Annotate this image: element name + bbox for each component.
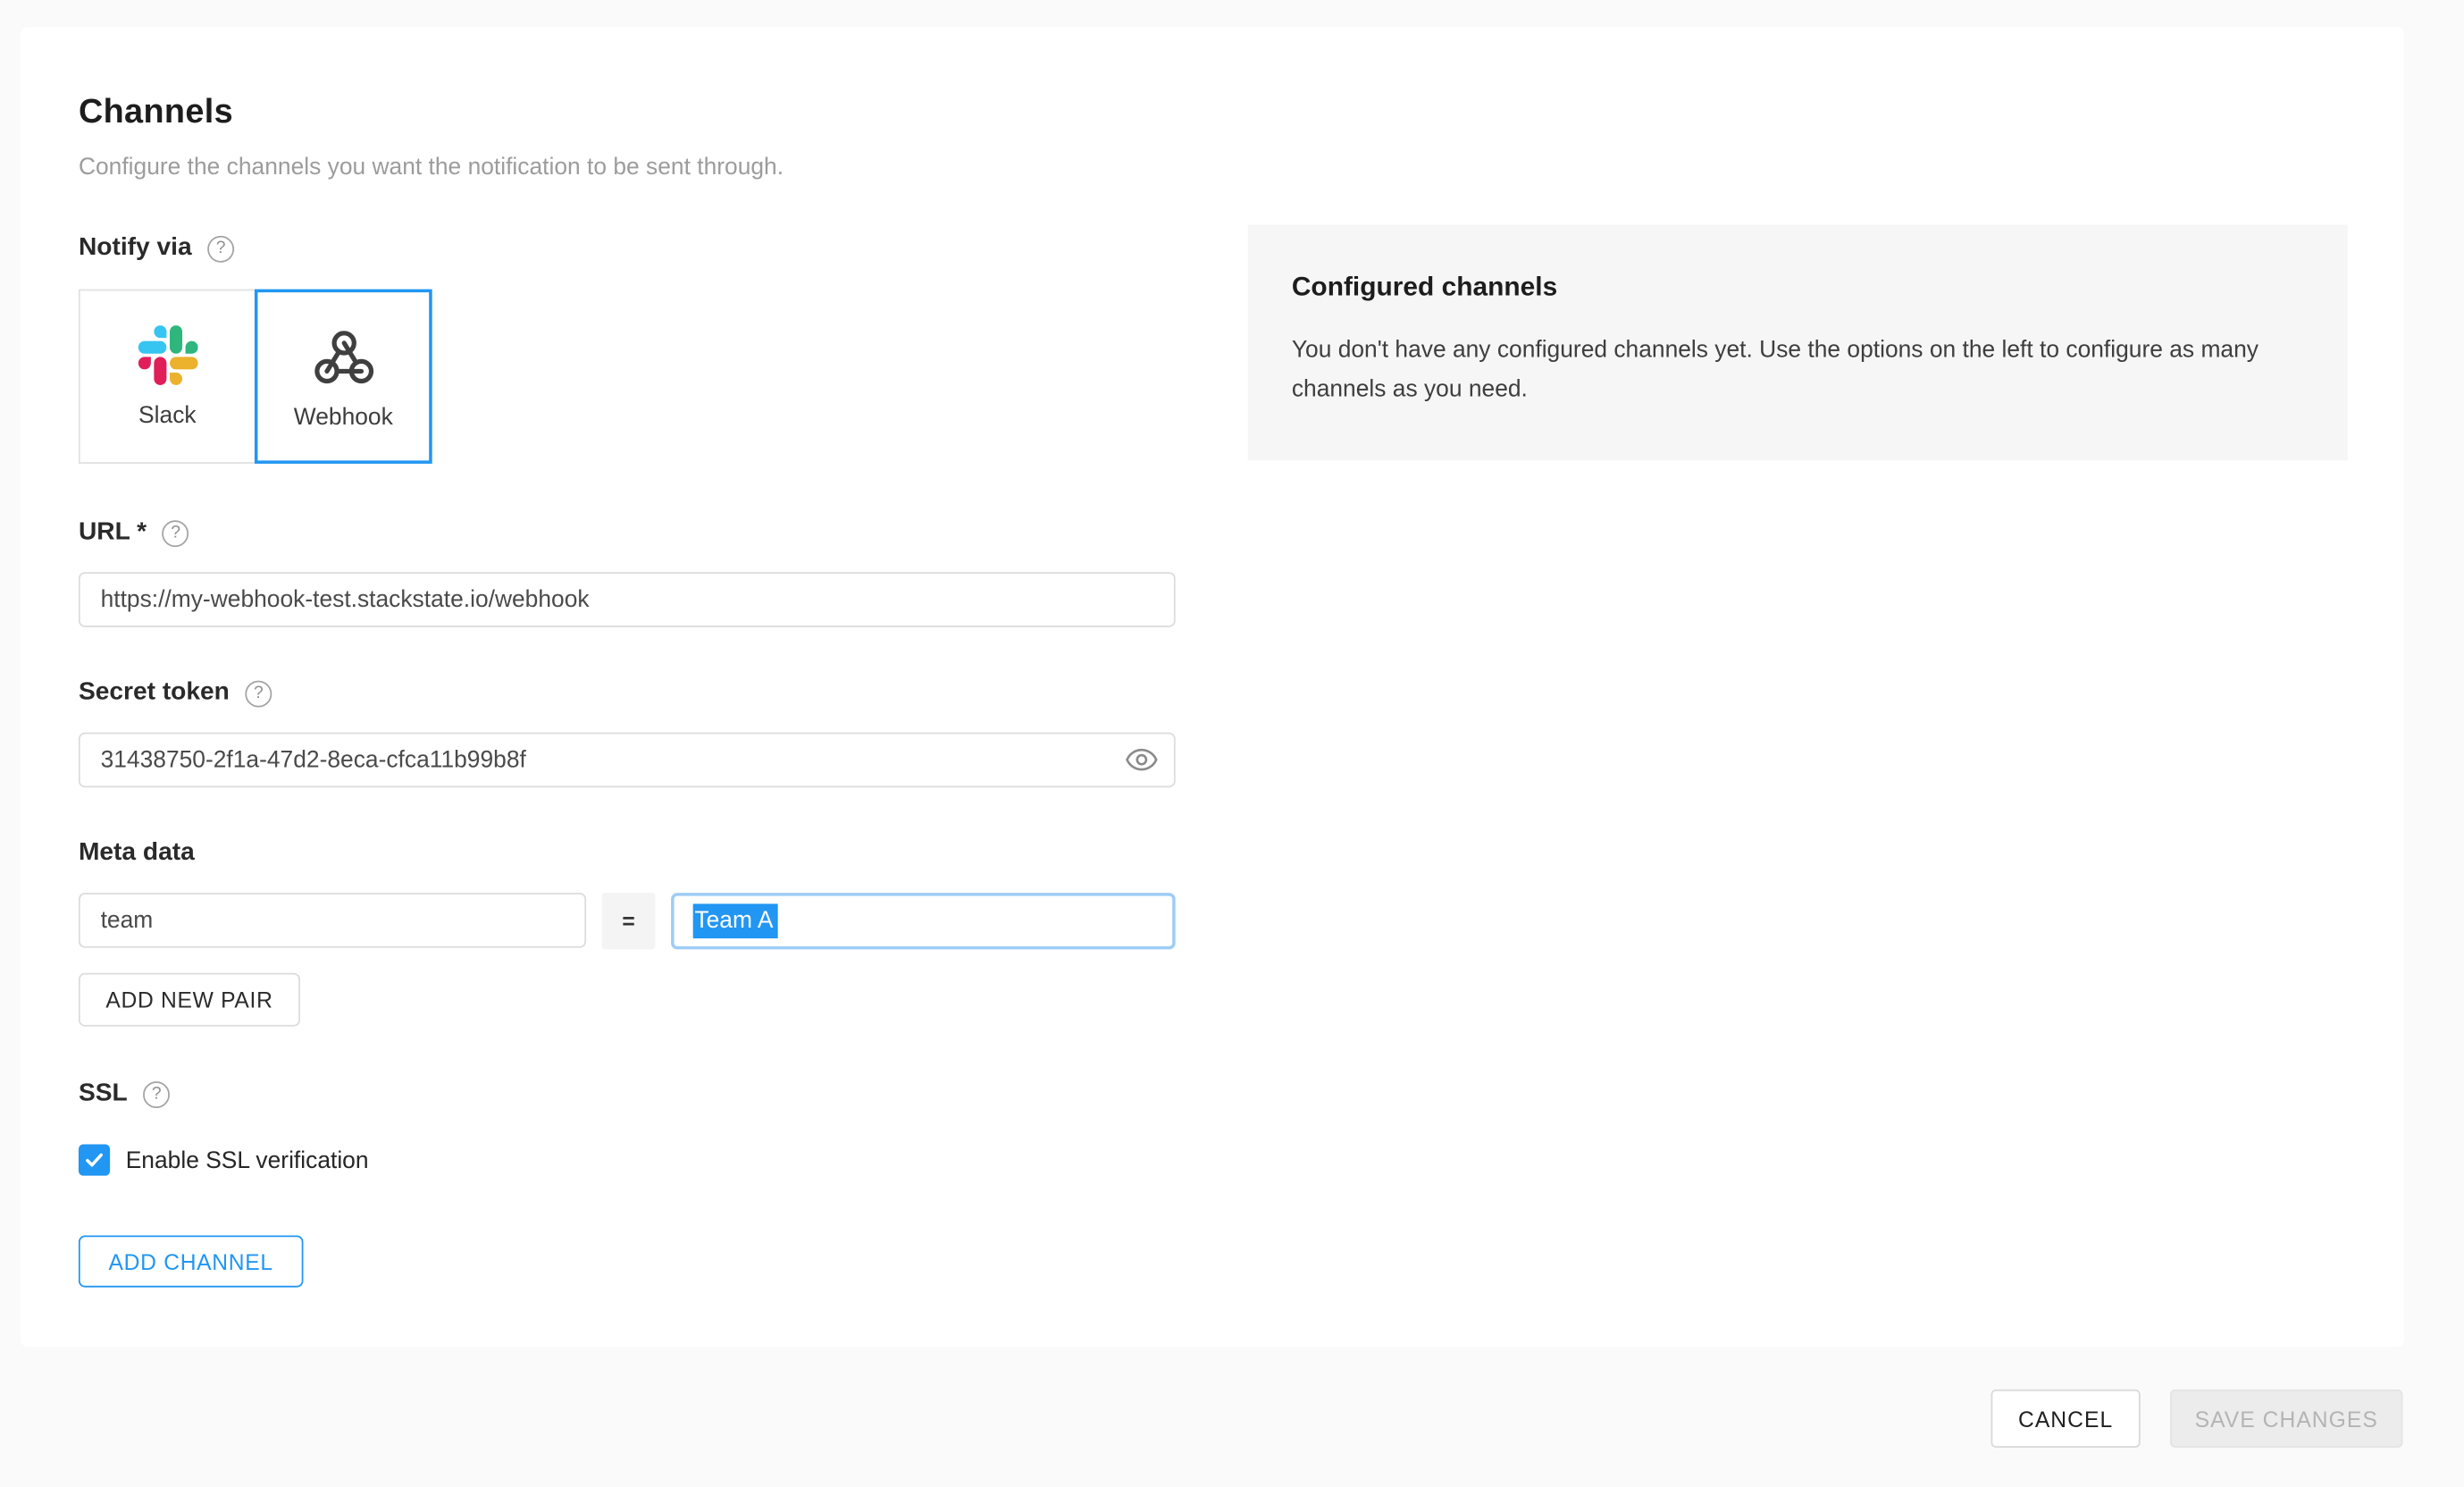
channel-options: Slack Webhook	[79, 290, 432, 464]
meta-data-label: Meta data	[79, 838, 195, 870]
checkmark-icon	[83, 1149, 105, 1172]
ssl-verification-row: Enable SSL verification	[79, 1145, 369, 1176]
metadata-value-input[interactable]: Team A	[671, 893, 1176, 949]
channels-settings-page: Channels Configure the channels you want…	[0, 0, 2464, 1487]
cancel-button[interactable]: CANCEL	[1991, 1390, 2141, 1448]
url-label: URL * ?	[79, 517, 189, 549]
save-changes-button[interactable]: SAVE CHANGES	[2170, 1390, 2402, 1448]
slack-logo-icon	[138, 323, 197, 386]
channel-option-label: Webhook	[294, 404, 393, 431]
page-subtitle: Configure the channels you want the noti…	[79, 154, 784, 181]
channel-option-label: Slack	[138, 402, 197, 429]
channel-option-webhook[interactable]: Webhook	[255, 290, 432, 464]
notify-via-label: Notify via ?	[79, 232, 234, 264]
add-new-pair-button[interactable]: ADD NEW PAIR	[79, 973, 300, 1027]
channels-card: Channels Configure the channels you want…	[21, 27, 2404, 1348]
configured-channels-body: You don't have any configured channels y…	[1292, 330, 2301, 408]
ssl-label-text: SSL	[79, 1080, 128, 1108]
ssl-label: SSL ?	[79, 1079, 170, 1110]
ssl-checkbox[interactable]	[79, 1145, 110, 1176]
configured-channels-panel: Configured channels You don't have any c…	[1248, 225, 2348, 461]
equals-badge: =	[602, 893, 656, 949]
url-help-icon[interactable]: ?	[163, 519, 189, 546]
meta-data-label-text: Meta data	[79, 839, 195, 868]
page-title: Channels	[79, 93, 233, 132]
secret-token-input[interactable]	[79, 733, 1176, 788]
notify-via-label-text: Notify via	[79, 234, 192, 263]
notify-via-help-icon[interactable]: ?	[207, 235, 234, 262]
selected-text: Team A	[693, 903, 778, 938]
ssl-checkbox-label: Enable SSL verification	[126, 1147, 369, 1173]
secret-token-label: Secret token ?	[79, 677, 272, 709]
channel-option-slack[interactable]: Slack	[79, 290, 256, 464]
add-channel-button[interactable]: ADD CHANNEL	[79, 1236, 304, 1288]
secret-token-label-text: Secret token	[79, 679, 230, 708]
eye-icon[interactable]	[1125, 746, 1158, 773]
configured-channels-title: Configured channels	[1292, 272, 2304, 303]
ssl-help-icon[interactable]: ?	[143, 1080, 170, 1107]
token-help-icon[interactable]: ?	[245, 680, 272, 707]
secret-token-field	[79, 733, 1176, 788]
url-label-text: URL *	[79, 518, 147, 547]
metadata-key-input[interactable]	[79, 893, 586, 948]
url-input[interactable]	[79, 572, 1176, 627]
webhook-icon	[310, 325, 376, 388]
